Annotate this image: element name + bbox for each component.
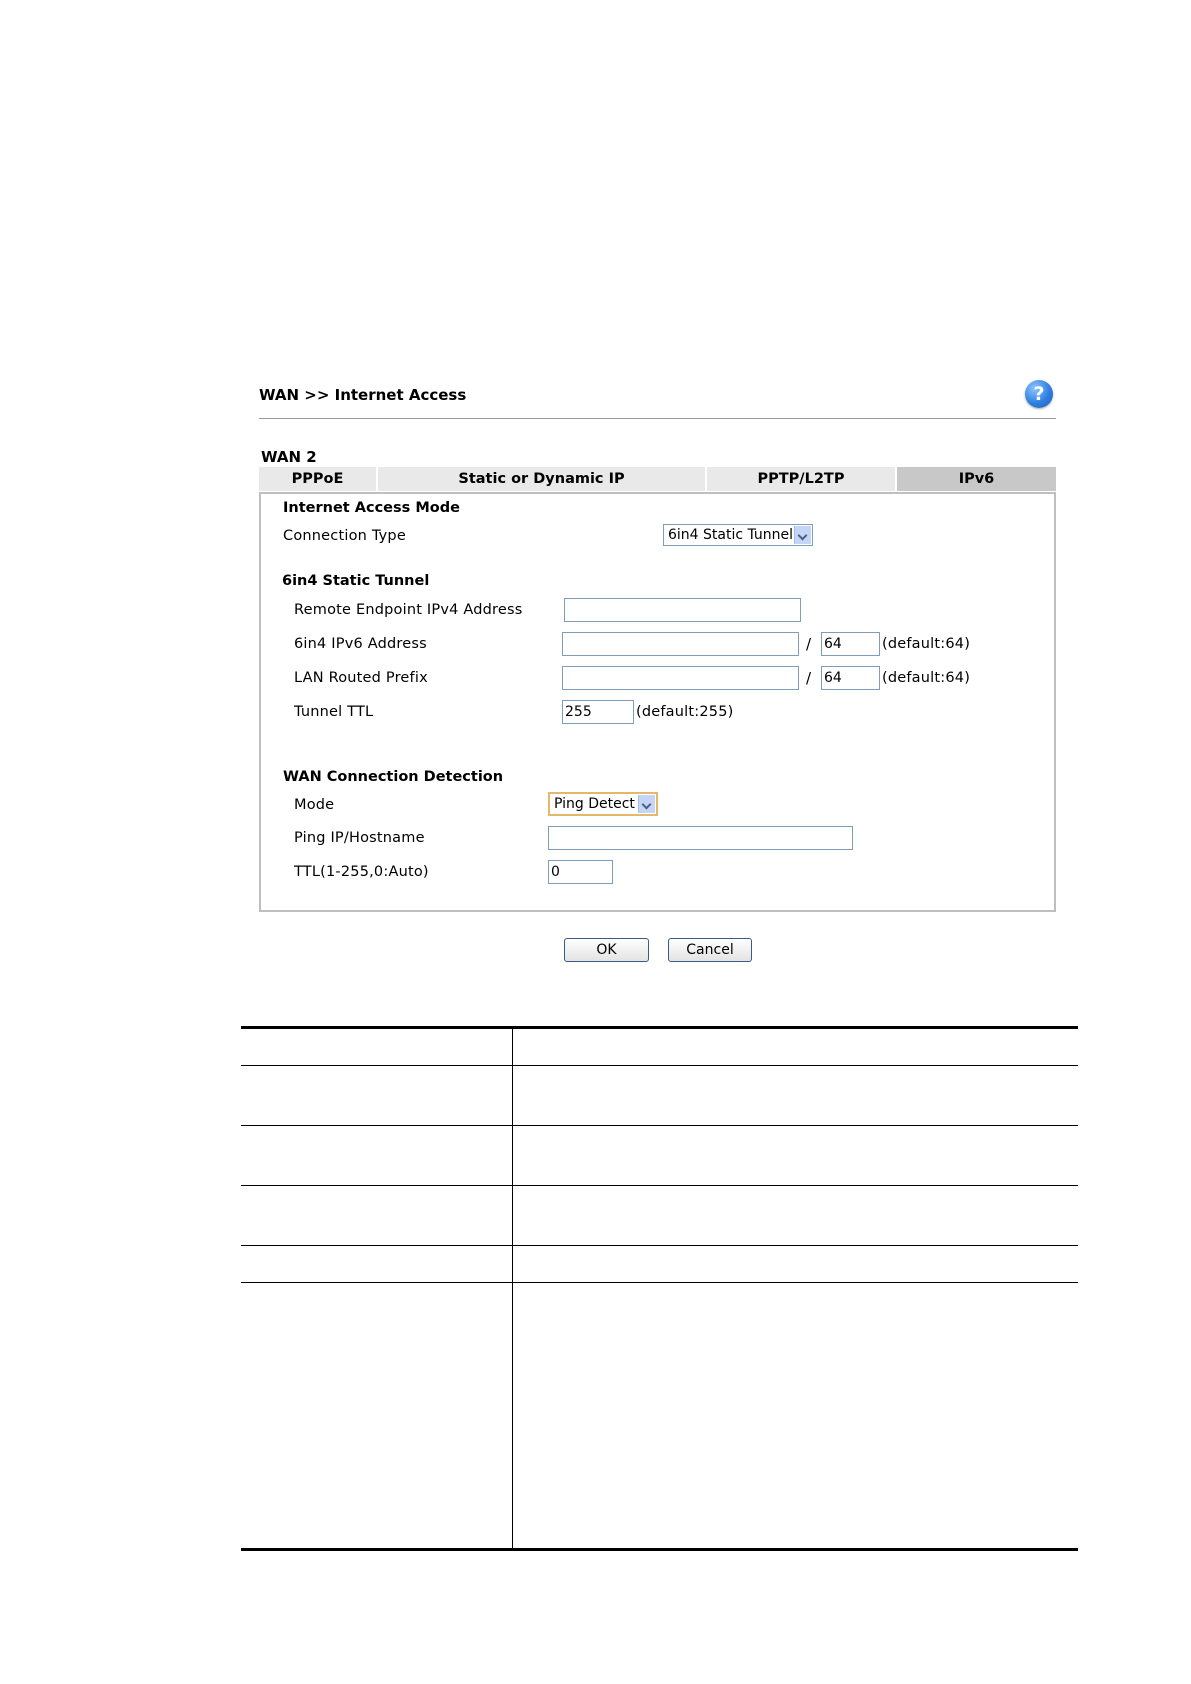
chevron-down-icon (638, 795, 655, 813)
mode-label: Mode (294, 797, 335, 813)
static-tunnel-heading: 6in4 Static Tunnel (282, 573, 430, 589)
lan-prefix-default: (default:64) (882, 670, 971, 686)
ttl-label: TTL(1-255,0:Auto) (294, 864, 429, 880)
page-title: WAN >> Internet Access (259, 386, 467, 404)
connection-type-label: Connection Type (283, 528, 406, 544)
tab-pppoe[interactable]: PPPoE (259, 467, 378, 491)
table-top-border (241, 1026, 1078, 1029)
remote-endpoint-label: Remote Endpoint IPv4 Address (294, 602, 523, 618)
ipv6-prefix-default: (default:64) (882, 636, 971, 652)
tab-ipv6[interactable]: IPv6 (897, 467, 1056, 491)
table-row-divider (241, 1282, 1078, 1283)
ipv6-address-label: 6in4 IPv6 Address (294, 636, 427, 652)
tunnel-ttl-label: Tunnel TTL (294, 704, 374, 720)
ipv6-prefix-length-input[interactable]: 64 (821, 632, 880, 656)
ttl-input[interactable]: 0 (548, 860, 613, 884)
wan-detection-heading: WAN Connection Detection (283, 769, 504, 785)
lan-routed-prefix-input[interactable] (562, 666, 799, 690)
slash-separator: / (806, 635, 812, 653)
tunnel-ttl-default: (default:255) (636, 704, 734, 720)
tab-pptp-l2tp[interactable]: PPTP/L2TP (707, 467, 897, 491)
table-row-divider (241, 1065, 1078, 1066)
lan-prefix-length-input[interactable]: 64 (821, 666, 880, 690)
chevron-down-icon (794, 526, 811, 544)
tab-static-dynamic-ip[interactable]: Static or Dynamic IP (378, 467, 707, 491)
table-row-divider (241, 1185, 1078, 1186)
ok-button[interactable]: OK (564, 938, 649, 962)
connection-type-value: 6in4 Static Tunnel (668, 527, 794, 543)
table-row-divider (241, 1245, 1078, 1246)
ping-hostname-label: Ping IP/Hostname (294, 830, 425, 846)
internet-access-mode-heading: Internet Access Mode (283, 500, 460, 516)
mode-value: Ping Detect (554, 796, 635, 812)
slash-separator: / (806, 669, 812, 687)
wan-label: WAN 2 (261, 448, 317, 466)
lan-routed-prefix-label: LAN Routed Prefix (294, 670, 428, 686)
tunnel-ttl-input[interactable]: 255 (562, 700, 634, 724)
cancel-button[interactable]: Cancel (668, 938, 752, 962)
help-icon[interactable]: ? (1025, 380, 1053, 408)
table-bottom-border (241, 1548, 1078, 1551)
mode-select[interactable]: Ping Detect (548, 792, 658, 816)
ipv6-address-input[interactable] (562, 632, 799, 656)
table-row-divider (241, 1125, 1078, 1126)
header-divider (259, 418, 1056, 419)
connection-type-select[interactable]: 6in4 Static Tunnel (663, 524, 813, 546)
table-column-divider (512, 1029, 513, 1548)
remote-endpoint-input[interactable] (564, 598, 801, 622)
ping-hostname-input[interactable] (548, 826, 853, 850)
tab-bar: PPPoE Static or Dynamic IP PPTP/L2TP IPv… (259, 467, 1056, 491)
